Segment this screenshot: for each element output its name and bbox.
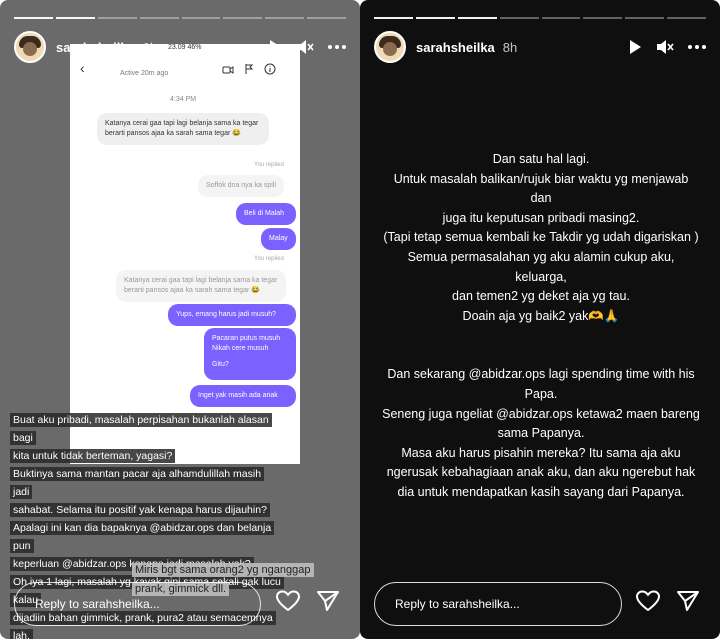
story-progress (374, 17, 706, 19)
story-line: ngerusak kebahagiaan anak aku, dan aku n… (386, 465, 696, 480)
story-line: juga itu keputusan pribadi masing2. (442, 210, 640, 225)
more-icon[interactable] (688, 45, 706, 49)
send-icon[interactable] (676, 590, 700, 612)
story-actions (276, 590, 340, 612)
story-progress (14, 17, 346, 19)
chat-toolbar (222, 62, 276, 80)
chat-bubble-quoted: Soffok dna nya ka spill (198, 175, 284, 197)
caption-line: sahabat. Selama itu positif yak kenapa h… (10, 503, 270, 517)
chat-bubble-outgoing: Malay (261, 228, 296, 250)
story-line: sama Papanya. (497, 426, 585, 441)
bubble-line: Pacaran putus musuh (212, 335, 281, 342)
post-time: 8h (502, 39, 518, 55)
story-header: sarahsheilka 8h (374, 31, 706, 63)
chat-bubble-incoming: Katanya cerai gaa tapi lagi belanja sama… (97, 113, 269, 145)
reply-input[interactable]: Reply to sarahsheilka... (374, 582, 622, 626)
post-time: 9h (142, 39, 158, 55)
chat-bubble-quoted: Katanya cerai gaa tapi lagi belanja sama… (116, 270, 286, 302)
info-icon (264, 62, 276, 80)
mute-icon[interactable] (296, 39, 314, 55)
story-line: Semua permasalahan yg aku alamin cukup a… (407, 249, 675, 284)
caption-line: Apalagi ini kan dia bapaknya @abidzar.op… (10, 521, 275, 553)
story-line: Masa aku harus pisahin mereka? Itu sama … (401, 445, 681, 460)
chat-bubble-outgoing: Inget yak masih ada anak (190, 385, 296, 407)
avatar[interactable] (14, 31, 46, 63)
caption-line: Buat aku pribadi, masalah perpisahan buk… (10, 413, 272, 445)
replied-label: You replied (254, 162, 284, 168)
story-line: dia untuk mendapatkan kasih sayang dari … (397, 484, 685, 499)
username[interactable]: sarahsheilka (416, 40, 495, 55)
story-line: Papa. (524, 386, 558, 401)
flag-icon (244, 62, 254, 80)
story-line: Seneng juga ngeliat @abidzar.ops ketawa2… (382, 406, 700, 421)
mute-icon[interactable] (656, 39, 674, 55)
chat-bubble-outgoing: Yups, emang harus jadi musuh? (168, 304, 296, 326)
avatar[interactable] (374, 31, 406, 63)
bubble-line: Gitu? (212, 361, 229, 368)
active-status: Active 20m ago (120, 70, 169, 77)
heart-icon[interactable] (636, 590, 660, 612)
caption-line: kita untuk tidak berteman, yagasi? (10, 449, 176, 463)
heart-icon[interactable] (276, 590, 300, 612)
play-icon[interactable] (628, 39, 642, 55)
story-line: Doain aja yg baik2 yak🫶🙏 (462, 308, 620, 323)
story-line: dan temen2 yg deket aja yg tau. (452, 289, 630, 304)
caption-line: Miris bgt sama orang2 yg nganggap (132, 563, 314, 577)
story-right[interactable]: sarahsheilka 8h Dan satu hal lagi. Untuk… (360, 0, 720, 639)
username[interactable]: sarahsheilka (56, 40, 135, 55)
story-line: (Tapi tetap semua kembali ke Takdir yg u… (383, 230, 699, 245)
play-icon[interactable] (268, 39, 282, 55)
story-text: Dan satu hal lagi. Untuk masalah balikan… (382, 150, 700, 503)
story-actions (636, 590, 700, 612)
replied-label: You replied (254, 256, 284, 262)
story-left[interactable]: 23.09 46% ‹ Active 20m ago 4:34 PM Katan… (0, 0, 360, 639)
story-header: sarahsheilka 9h (14, 31, 346, 63)
story-line: Dan satu hal lagi. (492, 152, 590, 166)
send-icon[interactable] (316, 590, 340, 612)
message-time: 4:34 PM (170, 96, 197, 103)
chat-bubble-outgoing: Pacaran putus musuh Nikah cere musuh Git… (204, 328, 296, 380)
story-line: Dan sekarang @abidzar.ops lagi spending … (387, 367, 695, 382)
chat-bubble-outgoing: Beli di Malah (236, 203, 296, 225)
bubble-line: Nikah cere musuh (212, 345, 269, 352)
reply-input[interactable]: Reply to sarahsheilka... (14, 582, 261, 626)
story-line: Untuk masalah balikan/rujuk biar waktu y… (393, 171, 689, 206)
caption-line: Buktinya sama mantan pacar aja alhamduli… (10, 467, 265, 499)
more-icon[interactable] (328, 45, 346, 49)
video-icon (222, 62, 234, 80)
